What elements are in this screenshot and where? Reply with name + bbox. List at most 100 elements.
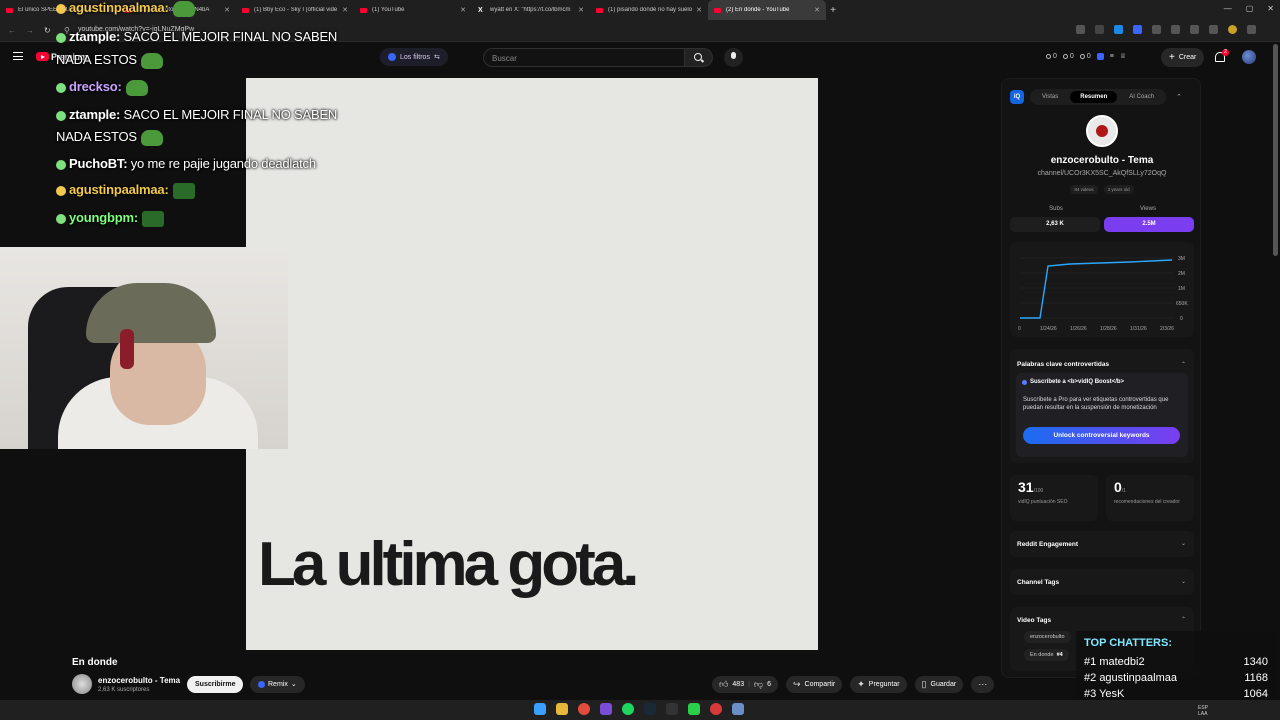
close-icon[interactable]: ✕ xyxy=(578,6,584,14)
remix-label: Remix xyxy=(268,681,288,688)
ask-label: Preguntar xyxy=(868,681,900,688)
boost-box: Suscríbete a <b>vidIQ Boost</b> Suscríbe… xyxy=(1016,373,1188,457)
chat-badge-icon xyxy=(56,3,66,14)
list-icon[interactable]: ≡ xyxy=(1110,53,1114,60)
page-scrollbar[interactable] xyxy=(1273,44,1278,256)
unlock-keywords-button[interactable]: Unlock controversial keywords xyxy=(1023,427,1180,444)
seo-score-value: 31 xyxy=(1018,479,1034,495)
video-tags-title: Video Tags xyxy=(1017,617,1052,624)
browser-tab-active[interactable]: (2) En donde - YouTube ✕ xyxy=(708,0,826,20)
channel-tags-title: Channel Tags xyxy=(1017,579,1060,586)
channel-tags-card[interactable]: Channel Tags ⌄ xyxy=(1010,569,1194,595)
browser-tab[interactable]: Xwyatt en X: "https://t.co/lbmcm ✕ xyxy=(472,0,590,20)
views-value-button[interactable]: 2.5M xyxy=(1104,217,1194,232)
search-input[interactable]: Buscar xyxy=(483,48,685,67)
microphone-icon[interactable] xyxy=(724,48,743,67)
chat-badge-icon xyxy=(56,159,66,170)
forward-icon[interactable]: → xyxy=(26,26,34,35)
menu-icon[interactable] xyxy=(13,52,23,60)
channel-avatar[interactable] xyxy=(72,674,92,694)
reddit-card[interactable]: Reddit Engagement ⌄ xyxy=(1010,531,1194,557)
chat-message: NADA ESTOS xyxy=(56,129,163,146)
chevron-up-icon[interactable]: ⌃ xyxy=(1181,361,1186,368)
remix-button[interactable]: Remix ⌄ xyxy=(250,676,305,693)
close-icon[interactable]: ✕ xyxy=(696,6,702,14)
x-tick: 1/31/26 xyxy=(1130,326,1147,332)
close-icon[interactable]: ✕ xyxy=(814,6,820,14)
counter-value: 0 xyxy=(1086,52,1091,60)
extension-icon[interactable] xyxy=(1152,25,1161,34)
spotify-icon[interactable] xyxy=(622,703,634,715)
extension-icon[interactable] xyxy=(1114,25,1123,34)
video-tag[interactable]: enzocerobulto xyxy=(1024,631,1071,643)
tab-ai-coach[interactable]: AI Coach xyxy=(1119,91,1164,103)
youtube-logo-icon[interactable] xyxy=(36,52,49,61)
back-icon[interactable]: ← xyxy=(8,26,16,35)
vidiq-icon[interactable] xyxy=(1096,52,1104,60)
puzzle-icon[interactable] xyxy=(1171,25,1180,34)
file-explorer-icon[interactable] xyxy=(556,703,568,715)
tab-resumen[interactable]: Resumen xyxy=(1070,91,1118,103)
close-window-icon[interactable]: ✕ xyxy=(1267,4,1274,13)
counter-value: 0 xyxy=(1053,52,1057,60)
subscribe-button[interactable]: Suscribirme xyxy=(187,676,244,693)
chevron-up-icon[interactable]: ⌃ xyxy=(1181,616,1186,623)
menu-icon[interactable] xyxy=(1247,25,1256,34)
profile-icon[interactable] xyxy=(1228,25,1237,34)
app-icon[interactable] xyxy=(666,703,678,715)
emote-icon xyxy=(140,52,163,69)
account-avatar[interactable] xyxy=(1242,50,1256,64)
emote-icon xyxy=(140,129,163,146)
chevron-up-icon[interactable]: ⌃ xyxy=(1176,93,1182,101)
create-button[interactable]: + Crear xyxy=(1161,48,1205,67)
chevron-down-icon[interactable]: ⌄ xyxy=(1181,578,1186,585)
youtube-icon xyxy=(714,7,721,13)
chat-message: NADA ESTOS xyxy=(56,52,163,69)
seo-score-label: vidIQ puntuación SEO xyxy=(1018,499,1068,505)
ask-button[interactable]: ✦ Preguntar xyxy=(850,676,907,693)
app-icon[interactable] xyxy=(710,703,722,715)
channel-name[interactable]: enzocerobulto - Tema xyxy=(98,676,180,685)
video-tag[interactable]: En donde #4 xyxy=(1024,649,1069,661)
reload-icon[interactable]: ↻ xyxy=(44,26,51,35)
video-overlay-text: La ultima gota. xyxy=(258,530,639,599)
cast-icon[interactable] xyxy=(1076,25,1085,34)
share-button[interactable]: ↪ Compartir xyxy=(785,676,843,693)
search-button[interactable] xyxy=(685,48,713,67)
discord-icon[interactable] xyxy=(600,703,612,715)
star-icon[interactable] xyxy=(1095,25,1104,34)
settings-icon[interactable] xyxy=(732,703,744,715)
y-tick: 0 xyxy=(1180,316,1183,322)
browser-tab[interactable]: (1) pisando donde no hay suelo ✕ xyxy=(590,0,708,20)
like-count: 483 xyxy=(732,681,745,688)
tab-title: (1) pisando donde no hay suelo xyxy=(608,7,693,13)
close-icon[interactable]: ✕ xyxy=(460,6,466,14)
maximize-icon[interactable]: ▢ xyxy=(1246,4,1254,13)
subs-label: Subs xyxy=(1049,206,1063,212)
counter: 0 xyxy=(1062,53,1074,60)
download-icon[interactable] xyxy=(1209,25,1218,34)
like-button[interactable]: 👍︎ 483 | 👎︎ 6 xyxy=(712,676,778,693)
video-tag-label: enzocerobulto xyxy=(1030,634,1065,640)
more-button[interactable]: ⋯ xyxy=(971,676,995,693)
chat-text: SACO EL MEJOIR FINAL NO SABEN xyxy=(120,29,338,44)
obs-icon[interactable] xyxy=(688,703,700,715)
subs-value-button[interactable]: 2,63 K xyxy=(1010,217,1100,232)
dislike-count: 6 xyxy=(767,681,771,688)
x-tick: 0 xyxy=(1018,326,1021,332)
chrome-icon[interactable] xyxy=(578,703,590,715)
extension-icon[interactable] xyxy=(1133,25,1142,34)
windows-start-icon[interactable] xyxy=(534,703,546,715)
filters-button[interactable]: Los filtros ⇆ xyxy=(380,48,448,66)
chevron-down-icon[interactable]: ⌄ xyxy=(1181,540,1186,547)
new-tab-button[interactable]: + xyxy=(826,5,840,16)
vidiq-topbar: iQ Vistas Resumen AI Coach ⌃ xyxy=(1010,89,1194,105)
tab-vistas[interactable]: Vistas xyxy=(1032,91,1068,103)
tray-language[interactable]: ESP LAA xyxy=(1198,705,1208,717)
sidebar-icon[interactable] xyxy=(1190,25,1199,34)
plus-icon: + xyxy=(1169,52,1175,63)
save-button[interactable]: ▯ Guardar xyxy=(914,676,964,693)
steam-icon[interactable] xyxy=(644,703,656,715)
minimize-icon[interactable]: — xyxy=(1224,4,1232,13)
trophy-icon[interactable]: ♕ xyxy=(1120,52,1126,60)
